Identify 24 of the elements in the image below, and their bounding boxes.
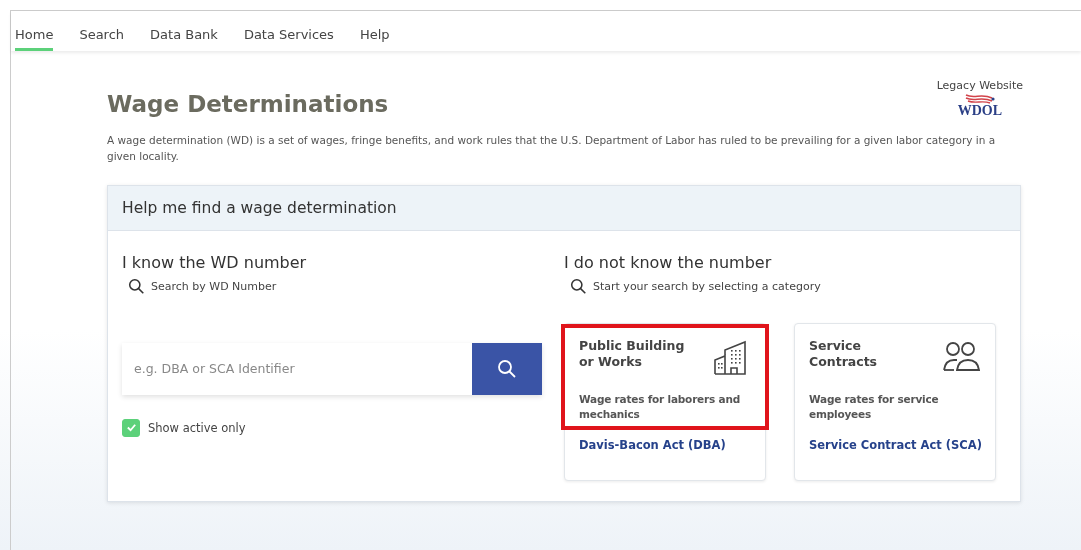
checkbox-label: Show active only: [148, 420, 246, 435]
wd-number-field[interactable]: e.g. DBA or SCA Identifier: [122, 342, 472, 395]
page-title: Wage Determinations: [107, 91, 389, 117]
category-title: Public Building or Works: [579, 337, 686, 372]
nav-tab[interactable]: Search: [79, 11, 125, 51]
section-heading: I know the WD number: [122, 252, 308, 272]
hint-text: Search by WD Number: [151, 279, 277, 293]
nav-tab[interactable]: Data Services: [243, 11, 334, 51]
category-description: Wage rates for laborers and mechanics: [579, 391, 741, 422]
category-card[interactable]: Public Building or Works Wage rates for laborers and mechanics Davis-Bacon Act (DBA): [564, 322, 766, 481]
nav-tab[interactable]: Help: [359, 11, 390, 51]
category-description: Wage rates for service employees: [809, 391, 940, 422]
act-link[interactable]: Davis-Bacon Act (DBA): [579, 437, 726, 452]
category-title: Service Contracts: [809, 337, 879, 372]
wdol-logo[interactable]: WDOL: [957, 92, 1002, 118]
category-card[interactable]: Service Contracts Wage rates for service employees Service Contract Act (SCA): [794, 322, 996, 481]
nav-tab[interactable]: Data Bank: [150, 11, 218, 51]
legacy-website-label: Legacy Website: [936, 79, 1023, 92]
panel-heading: Help me find a wage determination: [108, 185, 1020, 231]
intro-text: A wage determination (WD) is a set of wages, fringe benefits, and work rules that the U.S. Department of Labor has ruled to be prevailing for a given labor category in a given locality.: [107, 133, 997, 165]
nav-tab[interactable]: Home: [15, 11, 54, 51]
act-link[interactable]: Service Contract Act (SCA): [809, 437, 982, 452]
hint-text: Start your search by selecting a category: [593, 279, 821, 293]
section-heading: I do not know the number: [564, 252, 773, 272]
